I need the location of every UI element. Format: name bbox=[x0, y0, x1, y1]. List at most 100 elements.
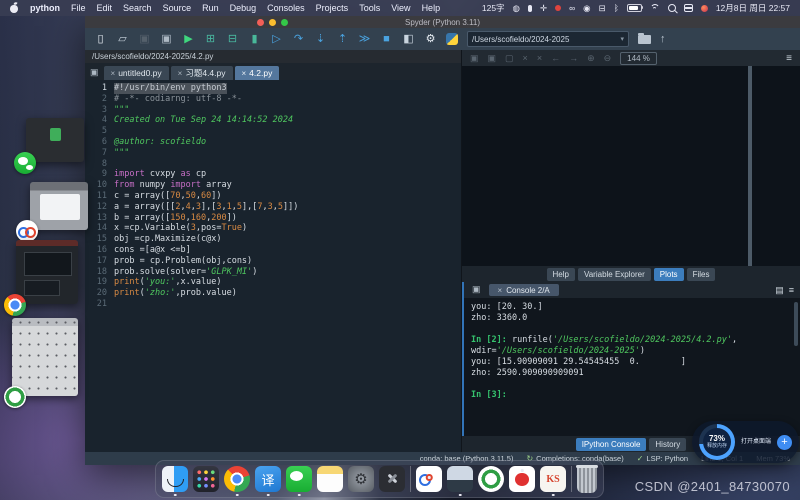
dock-finder[interactable] bbox=[162, 466, 188, 492]
save-all-plots-icon[interactable]: ▣ bbox=[488, 53, 497, 64]
step-into-icon[interactable]: ⇣ bbox=[314, 29, 327, 49]
menu-clock[interactable]: 12月8日 周日 22:57 bbox=[716, 2, 790, 14]
dock-wechat[interactable] bbox=[286, 466, 312, 492]
console-options-icon[interactable]: ≡ bbox=[789, 285, 794, 295]
stop-icon[interactable]: ■ bbox=[380, 29, 393, 49]
dock-notes[interactable] bbox=[317, 466, 343, 492]
remove-all-plots-icon[interactable]: × bbox=[537, 53, 542, 64]
copy-plot-icon[interactable]: ▢ bbox=[505, 53, 514, 64]
editor-tab-习题4.4.py[interactable]: ×习题4.4.py bbox=[171, 66, 233, 80]
tab-ipython-console[interactable]: IPython Console bbox=[576, 438, 647, 451]
menu-file[interactable]: File bbox=[71, 3, 86, 13]
open-file-icon[interactable]: ▱ bbox=[116, 29, 129, 49]
menu-search[interactable]: Search bbox=[123, 3, 152, 13]
console-scrollbar[interactable] bbox=[794, 302, 798, 346]
save-icon[interactable]: ▣ bbox=[138, 29, 151, 49]
step-out-icon[interactable]: ⇡ bbox=[336, 29, 349, 49]
browse-directory-icon[interactable] bbox=[638, 35, 651, 44]
dock-translate[interactable]: 译 bbox=[255, 466, 281, 492]
tab-help[interactable]: Help bbox=[547, 268, 575, 281]
menu-consoles[interactable]: Consoles bbox=[267, 3, 305, 13]
run-icon[interactable]: ▶ bbox=[182, 29, 195, 49]
run-cell-icon[interactable]: ⊞ bbox=[204, 29, 217, 49]
parent-directory-icon[interactable]: ↑ bbox=[660, 33, 666, 45]
link-icon[interactable]: ∞ bbox=[569, 3, 575, 13]
plots-thumbnail-divider[interactable] bbox=[748, 66, 752, 266]
editor-tab-untitled0.py[interactable]: ×untitled0.py bbox=[104, 66, 169, 80]
debug-file-icon[interactable]: ▷ bbox=[270, 29, 283, 49]
menu-debug[interactable]: Debug bbox=[230, 3, 257, 13]
record-icon[interactable] bbox=[555, 5, 561, 11]
memory-cleaner-widget[interactable]: 73% 释放内存 打开桌面端 + bbox=[692, 421, 799, 463]
next-plot-icon[interactable]: → bbox=[569, 53, 578, 64]
zoom-in-icon[interactable]: ⊕ bbox=[587, 53, 595, 64]
wifi-icon[interactable] bbox=[650, 4, 660, 12]
dock-launchpad[interactable] bbox=[193, 466, 219, 492]
sidecar-icon[interactable]: ⊟ bbox=[599, 3, 606, 14]
dock-preview-app[interactable] bbox=[447, 466, 473, 492]
title-bar[interactable]: Spyder (Python 3.11) bbox=[85, 16, 800, 28]
menu-help[interactable]: Help bbox=[422, 3, 441, 13]
menu-projects[interactable]: Projects bbox=[316, 3, 349, 13]
tab-variable-explorer[interactable]: Variable Explorer bbox=[578, 268, 651, 281]
dock-chrome[interactable] bbox=[224, 466, 250, 492]
apple-menu-icon[interactable] bbox=[10, 3, 19, 13]
screen-mirror-icon[interactable]: ◍ bbox=[513, 3, 520, 14]
dock-trash[interactable] bbox=[577, 465, 597, 493]
dock-sunlogin[interactable] bbox=[416, 466, 442, 492]
app-menu-python[interactable]: python bbox=[30, 3, 60, 13]
continue-icon[interactable]: ≫ bbox=[358, 29, 371, 49]
remove-plot-icon[interactable]: × bbox=[523, 53, 528, 64]
dock-kuaishou[interactable]: KS bbox=[540, 466, 566, 492]
dock-settings[interactable]: ⚙ bbox=[348, 466, 374, 492]
menu-edit[interactable]: Edit bbox=[97, 3, 113, 13]
widget-plus-button[interactable]: + bbox=[777, 435, 792, 450]
search-icon[interactable] bbox=[668, 4, 676, 12]
window-thumbnail-ide[interactable] bbox=[16, 240, 78, 304]
run-cell-advance-icon[interactable]: ⊟ bbox=[226, 29, 239, 49]
console-tab[interactable]: × Console 2/A bbox=[489, 284, 559, 296]
camera-icon[interactable]: ◉ bbox=[583, 3, 590, 14]
plus-icon[interactable]: ✛ bbox=[540, 3, 547, 14]
plot-zoom-level[interactable]: 144 % bbox=[620, 52, 657, 65]
dock-green-ring-app[interactable] bbox=[478, 466, 504, 492]
window-thumbnail-dialog[interactable] bbox=[30, 182, 88, 230]
menu-run[interactable]: Run bbox=[202, 3, 219, 13]
new-file-icon[interactable]: ▯ bbox=[94, 29, 107, 49]
working-directory-select[interactable]: /Users/scofieldo/2024-2025 ▾ bbox=[467, 31, 629, 47]
editor-tab-4.2.py[interactable]: ×4.2.py bbox=[235, 66, 280, 80]
dock-apple-app[interactable] bbox=[509, 466, 535, 492]
memory-gauge[interactable]: 73% 释放内存 bbox=[699, 424, 735, 460]
plots-canvas[interactable] bbox=[462, 66, 800, 266]
preferences-icon[interactable]: ⚙ bbox=[424, 29, 437, 49]
control-center-icon[interactable] bbox=[684, 4, 693, 12]
battery-icon[interactable] bbox=[627, 4, 642, 13]
run-selection-icon[interactable]: ▮ bbox=[248, 29, 261, 49]
zoom-button[interactable] bbox=[281, 19, 288, 26]
tab-files[interactable]: Files bbox=[687, 268, 716, 281]
console-output[interactable]: you: [20. 30.]zho: 3360.0 In [2]: runfil… bbox=[464, 298, 800, 436]
tab-plots[interactable]: Plots bbox=[654, 268, 684, 281]
minimize-button[interactable] bbox=[269, 19, 276, 26]
code-editor[interactable]: 1#!/usr/bin/env python32# -*- codiarng: … bbox=[85, 80, 461, 452]
menu-source[interactable]: Source bbox=[163, 3, 192, 13]
window-thumbnail-wechat[interactable] bbox=[26, 118, 84, 162]
maximize-pane-icon[interactable]: ◧ bbox=[402, 29, 415, 49]
close-console-icon[interactable]: × bbox=[498, 286, 503, 295]
menu-tools[interactable]: Tools bbox=[359, 3, 380, 13]
bluetooth-icon[interactable]: ᛒ bbox=[614, 3, 619, 13]
save-all-icon[interactable]: ▣ bbox=[160, 29, 173, 49]
dock-keychain[interactable] bbox=[379, 466, 405, 492]
recording-indicator-icon[interactable] bbox=[701, 5, 708, 12]
plots-options-icon[interactable]: ≡ bbox=[786, 53, 792, 64]
zoom-out-icon[interactable]: ⊖ bbox=[604, 53, 612, 64]
browse-tabs-icon[interactable]: ▣ bbox=[90, 67, 99, 78]
window-thumbnail-grid[interactable] bbox=[12, 318, 78, 396]
step-over-icon[interactable]: ↷ bbox=[292, 29, 305, 49]
mic-icon[interactable] bbox=[528, 5, 532, 12]
close-button[interactable] bbox=[257, 19, 264, 26]
console-browse-tabs-icon[interactable]: ▣ bbox=[472, 284, 481, 295]
new-console-icon[interactable]: ▤ bbox=[775, 285, 784, 296]
menu-view[interactable]: View bbox=[391, 3, 410, 13]
tab-history[interactable]: History bbox=[649, 438, 686, 451]
